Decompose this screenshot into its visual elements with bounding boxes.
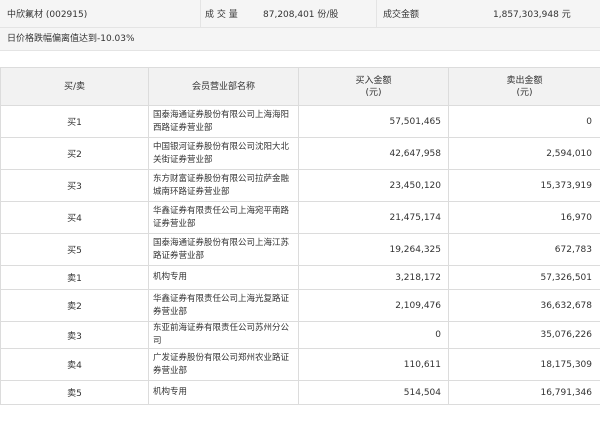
table-row: 卖3 东亚前海证券有限责任公司苏州分公司 0 35,076,226	[0, 321, 600, 349]
row-sell: 36,632,678	[448, 289, 600, 322]
header-dept: 会员营业部名称	[148, 67, 299, 106]
row-buy: 23,450,120	[298, 169, 449, 202]
row-direction: 买3	[0, 169, 149, 202]
table-row: 买5 国泰海通证券股份有限公司上海江苏路证券营业部 19,264,325 672…	[0, 233, 600, 266]
row-dept: 国泰海通证券股份有限公司上海海阳西路证券营业部	[148, 105, 299, 138]
row-dept: 国泰海通证券股份有限公司上海江苏路证券营业部	[148, 233, 299, 266]
row-dept: 机构专用	[148, 265, 299, 290]
row-direction: 买4	[0, 201, 149, 234]
row-sell: 0	[448, 105, 600, 138]
row-sell: 57,326,501	[448, 265, 600, 290]
row-sell: 35,076,226	[448, 321, 600, 349]
row-buy: 110,611	[298, 348, 449, 381]
table-row: 买4 华鑫证券有限责任公司上海宛平南路证券营业部 21,475,174 16,9…	[0, 201, 600, 234]
row-direction: 卖3	[0, 321, 149, 349]
row-buy: 42,647,958	[298, 137, 449, 170]
row-dept: 华鑫证券有限责任公司上海宛平南路证券营业部	[148, 201, 299, 234]
spacer	[0, 51, 600, 67]
amount-label: 成交金额	[377, 0, 487, 28]
row-buy: 57,501,465	[298, 105, 449, 138]
row-direction: 买1	[0, 105, 149, 138]
row-direction: 卖2	[0, 289, 149, 322]
row-sell: 15,373,919	[448, 169, 600, 202]
table-row: 卖1 机构专用 3,218,172 57,326,501	[0, 265, 600, 290]
row-direction: 卖1	[0, 265, 149, 290]
stock-summary: 中欣氟材 (002915) 成 交 量 87,208,401 份/股 成交金额 …	[0, 0, 600, 28]
row-buy: 21,475,174	[298, 201, 449, 234]
table-row: 卖4 广发证券股份有限公司郑州农业路证券营业部 110,611 18,175,3…	[0, 348, 600, 381]
table-header-row: 买/卖 会员营业部名称 买入金额 (元) 卖出金额 (元)	[0, 67, 600, 106]
row-buy: 514,504	[298, 380, 449, 405]
header-buy: 买入金额 (元)	[298, 67, 449, 106]
row-sell: 672,783	[448, 233, 600, 266]
row-sell: 16,791,346	[448, 380, 600, 405]
row-dept: 东亚前海证券有限责任公司苏州分公司	[148, 321, 299, 349]
row-buy: 3,218,172	[298, 265, 449, 290]
table-row: 买2 中国银河证券股份有限公司沈阳大北关街证券营业部 42,647,958 2,…	[0, 137, 600, 170]
row-dept: 中国银河证券股份有限公司沈阳大北关街证券营业部	[148, 137, 299, 170]
header-sell: 卖出金额 (元)	[448, 67, 600, 106]
trading-table: 买/卖 会员营业部名称 买入金额 (元) 卖出金额 (元) 买1 国泰海通证券股…	[0, 67, 600, 405]
row-sell: 2,594,010	[448, 137, 600, 170]
row-direction: 卖5	[0, 380, 149, 405]
row-dept: 华鑫证券有限责任公司上海光复路证券营业部	[148, 289, 299, 322]
table-row: 卖2 华鑫证券有限责任公司上海光复路证券营业部 2,109,476 36,632…	[0, 289, 600, 322]
table-row: 卖5 机构专用 514,504 16,791,346	[0, 380, 600, 405]
row-buy: 19,264,325	[298, 233, 449, 266]
row-dept: 东方财富证券股份有限公司拉萨金融城南环路证券营业部	[148, 169, 299, 202]
stock-name: 中欣氟材 (002915)	[0, 0, 200, 28]
row-direction: 卖4	[0, 348, 149, 381]
table-row: 买3 东方财富证券股份有限公司拉萨金融城南环路证券营业部 23,450,120 …	[0, 169, 600, 202]
row-sell: 18,175,309	[448, 348, 600, 381]
row-direction: 买2	[0, 137, 149, 170]
table-row: 买1 国泰海通证券股份有限公司上海海阳西路证券营业部 57,501,465 0	[0, 105, 600, 138]
listing-reason: 日价格跌幅偏离值达到-10.03%	[0, 28, 600, 51]
row-direction: 买5	[0, 233, 149, 266]
row-buy: 0	[298, 321, 449, 349]
header-direction: 买/卖	[0, 67, 149, 106]
row-sell: 16,970	[448, 201, 600, 234]
row-buy: 2,109,476	[298, 289, 449, 322]
row-dept: 广发证券股份有限公司郑州农业路证券营业部	[148, 348, 299, 381]
row-dept: 机构专用	[148, 380, 299, 405]
amount-value: 1,857,303,948 元	[487, 0, 600, 28]
volume-label: 成 交 量	[201, 0, 261, 28]
volume-value: 87,208,401 份/股	[261, 0, 376, 28]
